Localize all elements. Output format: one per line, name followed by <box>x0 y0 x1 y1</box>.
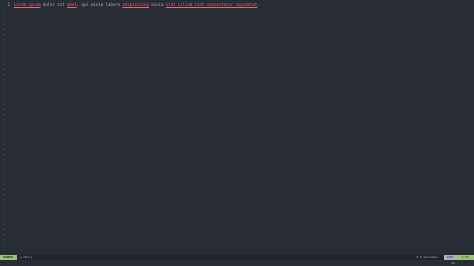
empty-line-marker <box>3 174 5 175</box>
empty-line-marker <box>3 214 5 215</box>
empty-line-marker <box>3 124 5 125</box>
text-segment: , qui minim labore <box>76 2 123 7</box>
empty-line-marker <box>3 204 5 205</box>
empty-line-marker <box>3 34 5 35</box>
empty-line-marker <box>3 134 5 135</box>
empty-line-marker <box>3 29 5 30</box>
empty-line-marker <box>3 164 5 165</box>
empty-line-marker <box>3 69 5 70</box>
command-line[interactable]: 45 <box>0 260 474 266</box>
empty-line-marker <box>3 104 5 105</box>
text-segment: Lorem ipsum <box>14 2 41 7</box>
text-segment: sint cillum sint consectetur cupidatat <box>165 2 258 7</box>
empty-line-marker <box>3 74 5 75</box>
empty-line-marker <box>3 244 5 245</box>
empty-line-marker <box>3 159 5 160</box>
empty-line-marker <box>3 224 5 225</box>
empty-line-marker <box>3 59 5 60</box>
line-number: 1 <box>7 2 10 7</box>
empty-line-marker <box>3 39 5 40</box>
empty-line-marker <box>3 24 5 25</box>
empty-line-marker <box>3 139 5 140</box>
text-segment: dolor sit <box>40 2 67 7</box>
text-segment: amet <box>67 2 77 7</box>
empty-line-marker <box>3 54 5 55</box>
empty-line-marker <box>3 189 5 190</box>
empty-line-marker <box>3 94 5 95</box>
empty-line-marker <box>3 64 5 65</box>
empty-line-marker <box>3 184 5 185</box>
empty-line-marker <box>3 44 5 45</box>
line-content[interactable]: Lorem ipsum dolor sit amet, qui minim la… <box>14 2 260 8</box>
empty-line-gutter <box>3 9 5 255</box>
empty-line-marker <box>3 169 5 170</box>
empty-line-marker <box>3 149 5 150</box>
text-segment: adipisicing <box>122 2 149 7</box>
command-line-info: 45 <box>451 261 455 265</box>
empty-line-marker <box>3 119 5 120</box>
empty-line-marker <box>3 79 5 80</box>
empty-line-marker <box>3 179 5 180</box>
text-buffer[interactable]: 1 Lorem ipsum dolor sit amet, qui minim … <box>0 0 474 255</box>
editor-window[interactable]: 1 Lorem ipsum dolor sit amet, qui minim … <box>0 0 474 266</box>
empty-line-marker <box>3 89 5 90</box>
empty-line-marker <box>3 49 5 50</box>
empty-line-marker <box>3 19 5 20</box>
empty-line-marker <box>3 84 5 85</box>
empty-line-marker <box>3 154 5 155</box>
text-segment: . <box>257 2 260 7</box>
empty-line-marker <box>3 194 5 195</box>
text-segment: minim <box>148 2 166 7</box>
empty-line-marker <box>3 209 5 210</box>
empty-line-marker <box>3 229 5 230</box>
empty-line-marker <box>3 9 5 10</box>
empty-line-marker <box>3 99 5 100</box>
empty-line-marker <box>3 234 5 235</box>
empty-line-marker <box>3 239 5 240</box>
empty-line-marker <box>3 109 5 110</box>
empty-line-marker <box>3 14 5 15</box>
empty-line-marker <box>3 144 5 145</box>
empty-line-marker <box>3 199 5 200</box>
empty-line-marker <box>3 219 5 220</box>
empty-line-marker <box>3 114 5 115</box>
empty-line-marker <box>3 129 5 130</box>
empty-line-marker <box>3 249 5 250</box>
